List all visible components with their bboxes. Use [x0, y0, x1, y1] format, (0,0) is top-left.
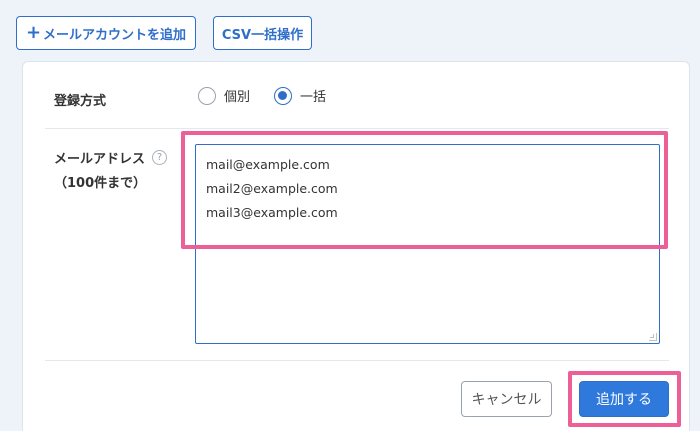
plus-icon: + — [25, 22, 42, 43]
email-limit-label: （100件まで） — [54, 176, 147, 191]
registration-method-label: 登録方式 — [54, 94, 107, 109]
radio-individual-label: 個別 — [224, 90, 251, 105]
add-mail-account-label: メールアカウントを追加 — [43, 27, 187, 43]
add-account-form: 登録方式 個別 一括 メールアドレス ? （100件まで） mail@examp… — [22, 61, 690, 431]
email-address-label: メールアドレス ? — [54, 148, 168, 167]
divider — [45, 360, 669, 361]
email-addresses-textarea[interactable]: mail@example.com mail2@example.com mail3… — [195, 144, 660, 344]
divider — [45, 128, 669, 129]
resize-handle-icon[interactable] — [649, 333, 657, 341]
radio-bulk[interactable]: 一括 — [274, 86, 326, 105]
toolbar: + メールアカウントを追加 CSV一括操作 — [0, 0, 700, 62]
email-address-label-text: メールアドレス — [54, 152, 146, 167]
email-line: mail3@example.com — [206, 205, 338, 220]
email-line: mail@example.com — [206, 157, 330, 172]
radio-bulk-circle[interactable] — [274, 86, 292, 105]
email-line: mail2@example.com — [206, 181, 338, 196]
add-mail-account-button[interactable]: + メールアカウントを追加 — [16, 16, 196, 50]
add-submit-button[interactable]: 追加する — [579, 381, 669, 417]
csv-bulk-button[interactable]: CSV一括操作 — [213, 16, 312, 50]
cancel-button[interactable]: キャンセル — [461, 381, 552, 417]
radio-bulk-label: 一括 — [300, 90, 327, 105]
radio-individual-circle[interactable] — [198, 86, 216, 105]
help-icon[interactable]: ? — [152, 150, 168, 165]
radio-individual[interactable]: 個別 — [198, 86, 250, 105]
csv-bulk-label: CSV一括操作 — [221, 27, 304, 43]
